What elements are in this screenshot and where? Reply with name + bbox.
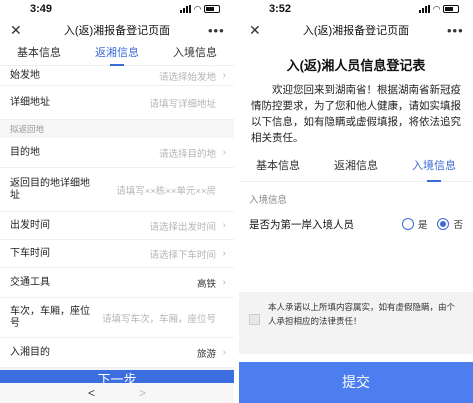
radio-yes-label: 是 (417, 220, 428, 231)
section-label: 拟返回地 (0, 120, 234, 138)
question-label: 是否为第一岸入境人员 (249, 218, 354, 231)
chevron-right-icon: › (222, 277, 226, 288)
wifi-icon: ◠ (433, 3, 440, 14)
row-label: 车次，车厢，座位号 (10, 305, 90, 329)
detail-address-row[interactable]: 详细地址 请填写详细地址 (0, 86, 234, 120)
status-time: 3:52 (269, 3, 292, 15)
section-label: 入境信息 (249, 195, 288, 206)
promise-text: 本人承诺以上所填内容属实，如有虚假隐瞒，由个人承担相应的法律责任！ (268, 302, 456, 326)
status-bar: 3:52 ◠ (239, 0, 473, 18)
seat-row[interactable]: 车次，车厢，座位号 请填写车次，车厢，座位号 (0, 298, 234, 338)
purpose-select[interactable]: 旅游 (90, 346, 216, 360)
chevron-right-icon: › (222, 147, 226, 158)
intro-text: 欢迎您回来到湖南省！根据湖南省新冠疫情防控要求，为了您和他人健康，请如实填报以下… (251, 84, 461, 144)
tab-basic-info[interactable]: 基本信息 (239, 152, 317, 181)
wifi-icon: ◠ (194, 3, 201, 14)
battery-icon (204, 5, 220, 13)
title-bar: ✕ 入(返)湘报备登记页面 ••• (239, 18, 473, 42)
arrival-time-select[interactable]: 请选择下车时间 (90, 247, 216, 261)
title-bar: ✕ 入(返)湘报备登记页面 ••• (0, 18, 234, 42)
return-address-row[interactable]: 返回目的地详细地址 请填写××栋××单元××房 (0, 168, 234, 212)
row-label: 出发时间 (10, 219, 50, 231)
origin-select[interactable]: 请选择始发地 (90, 69, 216, 83)
right-screen: 3:52 ◠ ✕ 入(返)湘报备登记页面 ••• 入(返)湘人员信息登记表 欢迎… (239, 0, 473, 403)
signal-icon (180, 5, 192, 13)
tab-bar: 基本信息 返湘信息 入境信息 (0, 42, 234, 66)
form-rows-bottom: 目的地 请选择目的地 › 返回目的地详细地址 请填写××栋××单元××房 出发时… (0, 138, 234, 368)
row-label: 交通工具 (10, 276, 50, 288)
left-screen: 3:49 ◠ ✕ 入(返)湘报备登记页面 ••• 基本信息 返湘信息 入境信息 … (0, 0, 234, 403)
chevron-right-icon: › (222, 70, 226, 81)
radio-no-label: 否 (453, 220, 463, 231)
close-icon[interactable]: ✕ (249, 22, 265, 39)
row-label: 入湘目的 (10, 346, 50, 358)
chevron-right-icon: › (222, 220, 226, 231)
chevron-right-icon: › (222, 347, 226, 358)
transport-row[interactable]: 交通工具 高铁 › (0, 268, 234, 298)
back-arrow-icon[interactable]: < (88, 386, 95, 400)
status-time: 3:49 (30, 3, 53, 15)
forward-arrow-icon[interactable]: > (139, 386, 146, 400)
tab-bar: 基本信息 返湘信息 入境信息 (239, 152, 473, 182)
form-rows-top: 始发地 请选择始发地 › 详细地址 请填写详细地址 (0, 66, 234, 120)
return-address-input[interactable]: 请填写××栋××单元××房 (90, 183, 216, 197)
status-icons: ◠ (180, 3, 220, 14)
status-bar: 3:49 ◠ (0, 0, 234, 18)
close-icon[interactable]: ✕ (10, 22, 26, 39)
transport-select[interactable]: 高铁 (90, 276, 216, 290)
arrival-time-row[interactable]: 下车时间 请选择下车时间 › (0, 240, 234, 268)
form-title: 入(返)湘人员信息登记表 (286, 58, 426, 73)
row-label: 目的地 (10, 146, 40, 158)
destination-select[interactable]: 请选择目的地 (90, 146, 216, 160)
tab-entry-info[interactable]: 入境信息 (156, 42, 234, 65)
tab-basic-info[interactable]: 基本信息 (0, 42, 78, 65)
radio-no[interactable] (437, 218, 450, 230)
signal-icon (419, 5, 431, 13)
seat-input[interactable]: 请填写车次，车厢，座位号 (90, 311, 216, 325)
chevron-right-icon: › (222, 248, 226, 259)
more-icon[interactable]: ••• (208, 23, 224, 38)
page-title: 入(返)湘报备登记页面 (63, 25, 171, 37)
row-label: 详细地址 (10, 96, 50, 108)
radio-yes[interactable] (401, 218, 414, 230)
purpose-row[interactable]: 入湘目的 旅游 › (0, 338, 234, 368)
status-icons: ◠ (419, 3, 459, 14)
promise-box: 本人承诺以上所填内容属实，如有虚假隐瞒，由个人承担相应的法律责任！ (239, 292, 473, 354)
tab-return-info[interactable]: 返湘信息 (317, 152, 395, 181)
more-icon[interactable]: ••• (447, 23, 463, 38)
destination-row[interactable]: 目的地 请选择目的地 › (0, 138, 234, 168)
tab-return-info[interactable]: 返湘信息 (78, 42, 156, 66)
row-label: 始发地 (10, 69, 40, 81)
departure-time-select[interactable]: 请选择出发时间 (90, 219, 216, 233)
promise-checkbox[interactable] (249, 314, 260, 325)
battery-icon (443, 5, 459, 13)
page-title: 入(返)湘报备登记页面 (302, 25, 410, 37)
row-label: 下车时间 (10, 247, 50, 259)
browser-nav-bar: < > (0, 383, 234, 403)
row-label: 返回目的地详细地址 (10, 177, 90, 201)
origin-row[interactable]: 始发地 请选择始发地 › (0, 66, 234, 86)
tab-entry-info[interactable]: 入境信息 (395, 152, 473, 182)
detail-address-input[interactable]: 请填写详细地址 (90, 96, 216, 110)
first-port-question-row: 是否为第一岸入境人员 是 否 (239, 212, 473, 236)
departure-time-row[interactable]: 出发时间 请选择出发时间 › (0, 212, 234, 240)
submit-button[interactable]: 提交 (239, 362, 473, 403)
